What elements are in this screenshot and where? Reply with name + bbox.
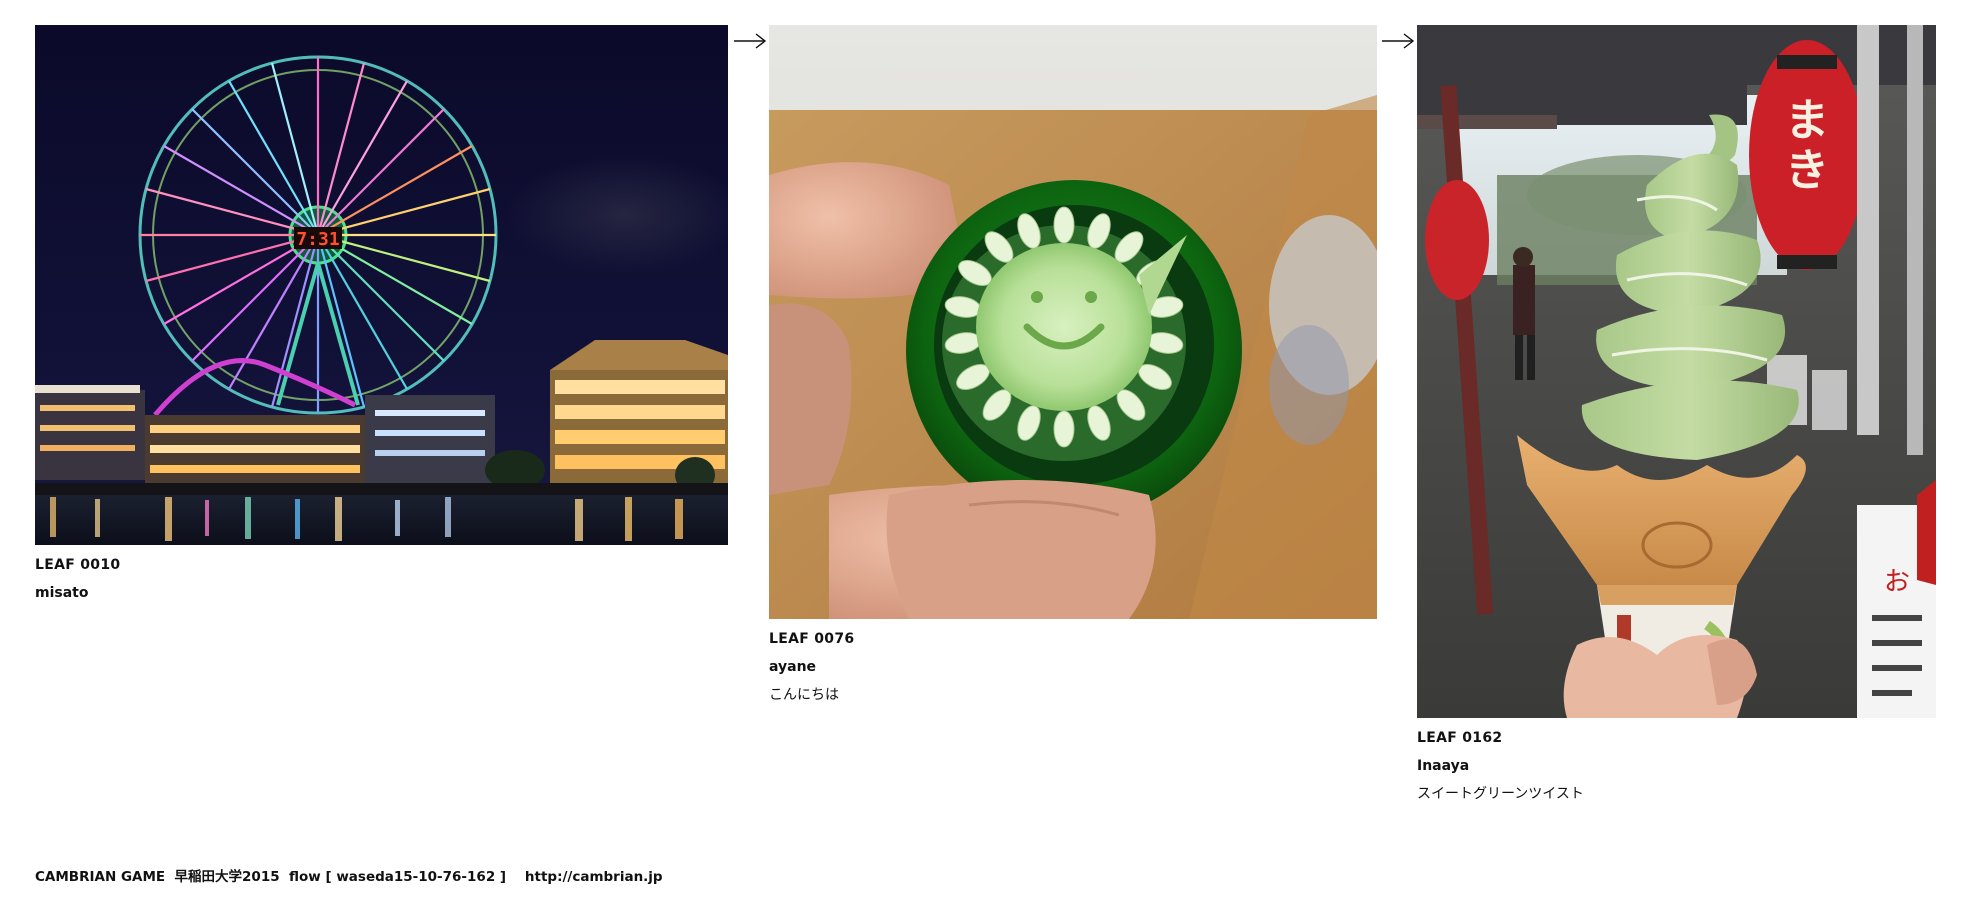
leaf-id: LEAF 0162 [1417, 730, 1503, 746]
leaf-id: LEAF 0076 [769, 631, 855, 647]
matcha-soft-serve-photo: ま き お [1417, 25, 1936, 718]
svg-text:7:31: 7:31 [296, 229, 339, 250]
footer-text: CAMBRIAN GAME 早稲田大学2015 flow [ waseda15-… [35, 869, 525, 885]
leaf-id: LEAF 0010 [35, 557, 121, 573]
footer-link[interactable]: http://cambrian.jp [525, 869, 663, 885]
leaf-photo-green-pepper[interactable] [769, 25, 1377, 619]
leaf-photo-ferris-wheel[interactable]: 7:31 [35, 25, 728, 545]
leaf-author[interactable]: ayane [769, 658, 1377, 676]
leaf-card-0010: 7:31 LEAF 0010 misato [35, 25, 728, 602]
leaf-card-0076: LEAF 0076 ayane こんにちは [769, 25, 1377, 704]
leaf-photo-soft-serve[interactable]: ま き お [1417, 25, 1936, 718]
green-pepper-smiley-photo [769, 25, 1377, 619]
right-arrow-icon [734, 33, 767, 49]
leaf-card-0162: ま き お LEAF 0162 Inaaya スイートグリーンツイスト [1417, 25, 1936, 803]
svg-text:お: お [1884, 567, 1910, 597]
leaf-caption: こんにちは [769, 687, 839, 703]
svg-text:き: き [1785, 145, 1829, 196]
leaf-author[interactable]: misato [35, 584, 728, 602]
page-footer: CAMBRIAN GAME 早稲田大学2015 flow [ waseda15-… [35, 865, 663, 885]
leaf-caption: スイートグリーンツイスト [1417, 786, 1584, 802]
svg-text:ま: ま [1785, 95, 1829, 146]
right-arrow-icon [1382, 33, 1415, 49]
ferris-wheel-night-photo: 7:31 [35, 25, 728, 545]
leaf-author[interactable]: Inaaya [1417, 757, 1936, 775]
